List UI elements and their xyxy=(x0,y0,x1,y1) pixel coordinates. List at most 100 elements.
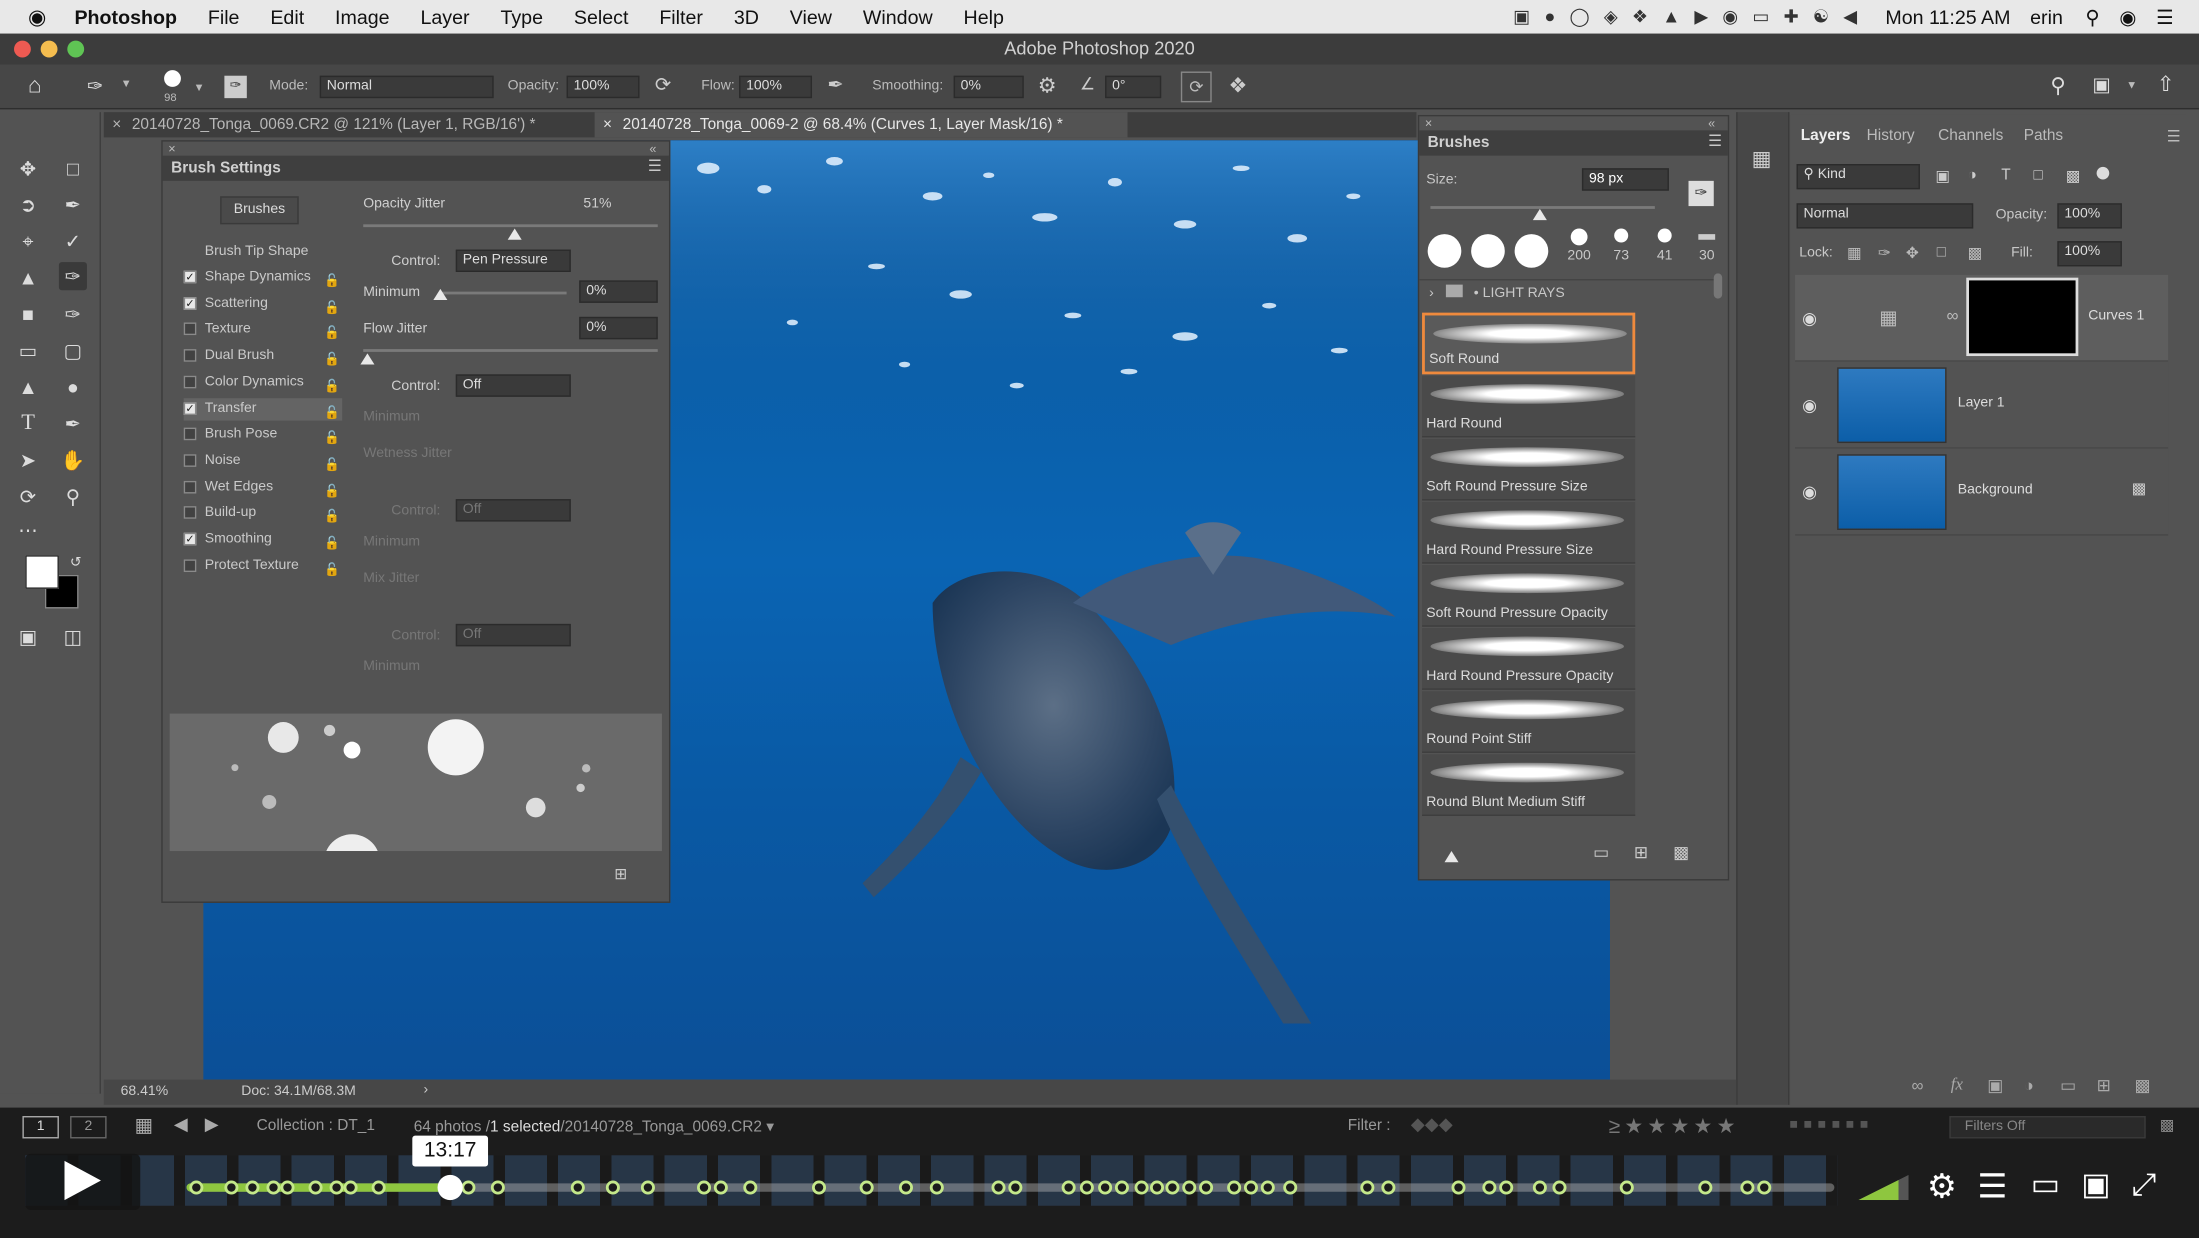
close-icon[interactable]: × xyxy=(112,112,121,137)
type-tool-icon[interactable]: T xyxy=(14,409,42,437)
flow-jitter-field[interactable]: 0% xyxy=(579,316,658,340)
close-icon[interactable]: × xyxy=(603,112,612,137)
chapter-marker[interactable] xyxy=(1227,1180,1242,1195)
flow-field[interactable]: 100% xyxy=(739,75,813,99)
chevron-right-icon[interactable]: › xyxy=(424,1082,429,1097)
filter-kind-select[interactable]: ⚲ Kind xyxy=(1796,164,1920,190)
tab-channels[interactable]: Channels xyxy=(1938,128,2003,145)
brush-settings-item[interactable]: Noise 🔓 xyxy=(183,450,342,472)
chapter-marker[interactable] xyxy=(1698,1180,1713,1195)
tab-history[interactable]: History xyxy=(1867,128,1915,145)
crop-tool-icon[interactable]: ⌖ xyxy=(14,227,42,255)
search-icon[interactable]: ⚲ xyxy=(2050,73,2065,98)
chapter-marker[interactable] xyxy=(224,1180,239,1195)
checkbox[interactable]: ✓ xyxy=(183,532,197,546)
preset-30[interactable]: 30 xyxy=(1691,229,1722,264)
chapter-marker[interactable] xyxy=(245,1180,260,1195)
checkbox[interactable]: ✓ xyxy=(183,401,197,415)
chapter-marker[interactable] xyxy=(1740,1180,1755,1195)
libraries-icon[interactable]: ▦ xyxy=(1752,146,1772,171)
lock-paint-icon[interactable]: ✑ xyxy=(1878,244,1891,262)
chapter-marker[interactable] xyxy=(1283,1180,1298,1195)
menu-type[interactable]: Type xyxy=(500,6,543,28)
progress-thumb[interactable] xyxy=(437,1174,463,1201)
path-select-tool-icon[interactable]: ➤ xyxy=(14,446,42,474)
checkbox[interactable]: ✓ xyxy=(183,270,197,284)
eye-icon[interactable]: ◉ xyxy=(1802,308,1817,328)
chapter-marker[interactable] xyxy=(1619,1180,1634,1195)
angle-icon[interactable]: ∠ xyxy=(1080,74,1095,94)
brush-preset-item[interactable]: Round Point Stiff xyxy=(1422,691,1636,753)
delete-brush-icon[interactable]: ▩ xyxy=(1673,843,1689,863)
chevron-down-icon[interactable]: ▼ xyxy=(121,77,132,90)
tab-document-2[interactable]: × 20140728_Tonga_0069-2 @ 68.4% (Curves … xyxy=(594,112,1128,138)
screen-mode-icon[interactable]: ◫ xyxy=(59,623,87,651)
menu-image[interactable]: Image xyxy=(335,6,390,28)
home-icon[interactable]: ⌂ xyxy=(28,74,42,99)
chapter-marker[interactable] xyxy=(991,1180,1006,1195)
brush-preset-item[interactable]: Soft Round Pressure Size xyxy=(1422,438,1636,501)
chevron-down-icon[interactable]: ▼ xyxy=(194,81,205,94)
pip-icon[interactable]: ▣ xyxy=(2081,1166,2110,1202)
chapter-marker[interactable] xyxy=(280,1180,295,1195)
tab-layers[interactable]: Layers xyxy=(1801,128,1851,145)
scrollbar[interactable] xyxy=(1713,273,1723,299)
preset-round[interactable] xyxy=(1514,234,1549,268)
lock-icon[interactable]: ▩ xyxy=(2132,479,2147,498)
delete-layer-icon[interactable]: ▩ xyxy=(2134,1075,2150,1095)
lock-icon[interactable]: 🔓 xyxy=(324,269,340,291)
grid-view-icon[interactable]: ▦ xyxy=(135,1113,154,1137)
chapter-marker[interactable] xyxy=(1061,1180,1076,1195)
new-group-icon[interactable]: ▭ xyxy=(1593,843,1609,863)
menu-edit[interactable]: Edit xyxy=(270,6,304,28)
brush-preset-item[interactable]: Hard Round Pressure Size xyxy=(1422,501,1636,564)
tab-document-1[interactable]: × 20140728_Tonga_0069.CR2 @ 121% (Layer … xyxy=(104,112,581,137)
brush-settings-item[interactable]: Build-up 🔓 xyxy=(183,502,342,524)
checkbox[interactable] xyxy=(183,375,197,389)
checkbox[interactable] xyxy=(183,427,197,441)
new-layer-icon[interactable]: ⊞ xyxy=(2097,1075,2111,1095)
brush-preset-item[interactable]: Soft Round Pressure Opacity xyxy=(1422,565,1636,627)
chapter-marker[interactable] xyxy=(1482,1180,1497,1195)
stamp-tool-icon[interactable]: ■ xyxy=(14,300,42,328)
chapter-marker[interactable] xyxy=(308,1180,323,1195)
lasso-tool-icon[interactable]: ➲ xyxy=(14,191,42,219)
lock-icon[interactable]: 🔓 xyxy=(324,374,340,396)
airplay-icon[interactable]: ▭ xyxy=(2031,1166,2060,1202)
playlist-icon[interactable]: ☰ xyxy=(1977,1166,2007,1207)
brush-preset-item[interactable]: Hard Round Pressure Opacity xyxy=(1422,628,1636,690)
brush-panel-toggle-icon[interactable]: ✑ xyxy=(224,75,247,99)
menu-3d[interactable]: 3D xyxy=(734,6,759,28)
hand-tool-icon[interactable]: ✋ xyxy=(59,446,87,474)
chapter-marker[interactable] xyxy=(490,1180,505,1195)
chapter-marker[interactable] xyxy=(713,1180,728,1195)
chapter-marker[interactable] xyxy=(1243,1180,1258,1195)
chapter-marker[interactable] xyxy=(859,1180,874,1195)
chapter-marker[interactable] xyxy=(640,1180,655,1195)
chapter-marker[interactable] xyxy=(1182,1180,1197,1195)
chapter-marker[interactable] xyxy=(1199,1180,1214,1195)
forward-arrow-icon[interactable]: ▶ xyxy=(205,1113,219,1135)
eye-icon[interactable]: ◉ xyxy=(1802,482,1817,502)
layer-style-icon[interactable]: fx xyxy=(1951,1074,1963,1095)
link-icon[interactable]: ∞ xyxy=(1947,306,1959,326)
chapter-marker[interactable] xyxy=(1360,1180,1375,1195)
control-select-2[interactable]: Off xyxy=(455,374,571,397)
panel-menu-icon[interactable]: ☰ xyxy=(648,157,662,175)
chapter-marker[interactable] xyxy=(266,1180,281,1195)
lock-icon[interactable]: 🔓 xyxy=(324,322,340,344)
airbrush-icon[interactable]: ✒ xyxy=(827,73,843,97)
filter-pixel-icon[interactable]: ▣ xyxy=(1935,167,1950,185)
brush-preset-item[interactable]: Hard Round xyxy=(1422,375,1636,438)
lock-position-icon[interactable]: ✥ xyxy=(1906,244,1919,262)
brushes-button[interactable]: Brushes xyxy=(220,196,299,225)
brush-tool-icon[interactable]: ✑ xyxy=(87,74,103,98)
chevron-right-icon[interactable]: › xyxy=(1429,286,1434,301)
chapter-marker[interactable] xyxy=(743,1180,758,1195)
chapter-marker[interactable] xyxy=(371,1180,386,1195)
chapter-marker[interactable] xyxy=(1260,1180,1275,1195)
slider-thumb[interactable] xyxy=(1444,851,1459,863)
pressure-opacity-icon[interactable]: ⟳ xyxy=(655,73,671,97)
brush-group-light-rays[interactable]: › • LIGHT RAYS xyxy=(1419,279,1714,307)
blur-tool-icon[interactable]: ▲ xyxy=(14,373,42,401)
